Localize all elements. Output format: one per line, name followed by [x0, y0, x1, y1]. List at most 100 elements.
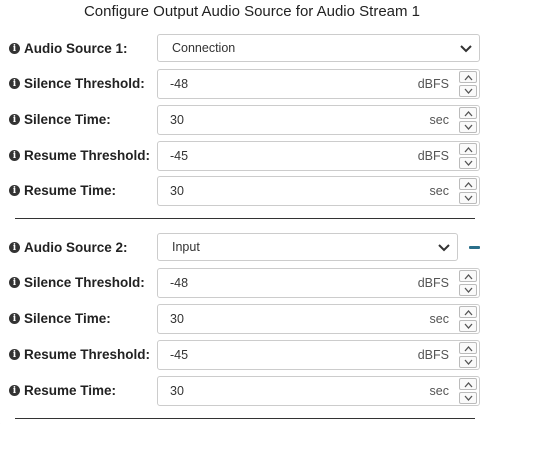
resume-time-2-label: Resume Time: — [24, 383, 117, 398]
caret-down-icon — [464, 124, 473, 130]
silence-time-1-row: i Silence Time: 30 sec — [0, 105, 498, 135]
caret-up-icon — [464, 147, 473, 153]
chevron-down-icon — [438, 244, 450, 252]
spinner — [459, 378, 477, 404]
info-icon[interactable]: i — [9, 277, 20, 288]
info-icon[interactable]: i — [9, 313, 20, 324]
caret-up-icon — [464, 182, 473, 188]
spinner — [459, 143, 477, 169]
silence-threshold-1-label: Silence Threshold: — [24, 76, 145, 91]
silence-threshold-1-value: -48 — [170, 77, 189, 91]
caret-down-icon — [464, 195, 473, 201]
resume-threshold-2-label: Resume Threshold: — [24, 347, 151, 362]
spinner — [459, 178, 477, 204]
spin-up-button[interactable] — [459, 178, 477, 190]
spin-down-button[interactable] — [459, 284, 477, 296]
section-divider — [15, 418, 475, 419]
unit-label: dBFS — [417, 77, 449, 91]
caret-down-icon — [464, 160, 473, 166]
unit-label: sec — [429, 113, 449, 127]
spinner — [459, 306, 477, 332]
info-icon[interactable]: i — [9, 78, 20, 89]
spinner — [459, 107, 477, 133]
silence-threshold-2-row: i Silence Threshold: -48 dBFS — [0, 268, 498, 298]
spin-up-button[interactable] — [459, 71, 477, 83]
silence-time-2-label: Silence Time: — [24, 311, 111, 326]
silence-time-2-row: i Silence Time: 30 sec — [0, 304, 498, 334]
audio-source-1-label: Audio Source 1: — [24, 41, 128, 56]
spin-down-button[interactable] — [459, 392, 477, 404]
caret-down-icon — [464, 395, 473, 401]
info-icon[interactable]: i — [9, 242, 20, 253]
spin-up-button[interactable] — [459, 143, 477, 155]
info-icon[interactable]: i — [9, 150, 20, 161]
info-icon[interactable]: i — [9, 349, 20, 360]
info-icon[interactable]: i — [9, 185, 20, 196]
silence-threshold-2-input[interactable]: -48 dBFS — [157, 268, 480, 298]
unit-label: dBFS — [417, 276, 449, 290]
spin-down-button[interactable] — [459, 85, 477, 97]
spin-up-button[interactable] — [459, 342, 477, 354]
spin-up-button[interactable] — [459, 270, 477, 282]
spin-up-button[interactable] — [459, 306, 477, 318]
audio-source-2-label: Audio Source 2: — [24, 240, 128, 255]
spin-down-button[interactable] — [459, 192, 477, 204]
section-divider — [15, 218, 475, 219]
silence-time-1-label: Silence Time: — [24, 112, 111, 127]
resume-time-2-value: 30 — [170, 384, 184, 398]
info-icon[interactable]: i — [9, 114, 20, 125]
silence-threshold-2-value: -48 — [170, 276, 189, 290]
resume-time-1-value: 30 — [170, 184, 184, 198]
spin-up-button[interactable] — [459, 378, 477, 390]
caret-up-icon — [464, 346, 473, 352]
caret-up-icon — [464, 75, 473, 81]
caret-down-icon — [464, 359, 473, 365]
silence-time-2-input[interactable]: 30 sec — [157, 304, 480, 334]
resume-time-2-row: i Resume Time: 30 sec — [0, 376, 498, 406]
caret-down-icon — [464, 287, 473, 293]
resume-time-2-input[interactable]: 30 sec — [157, 376, 480, 406]
audio-source-2-row: i Audio Source 2: Input — [0, 233, 498, 263]
audio-source-1-row: i Audio Source 1: Connection — [0, 34, 498, 64]
spin-down-button[interactable] — [459, 157, 477, 169]
spin-up-button[interactable] — [459, 107, 477, 119]
silence-threshold-2-label: Silence Threshold: — [24, 275, 145, 290]
silence-threshold-1-row: i Silence Threshold: -48 dBFS — [0, 69, 498, 99]
spin-down-button[interactable] — [459, 320, 477, 332]
unit-label: sec — [429, 184, 449, 198]
audio-source-2-select[interactable]: Input — [157, 233, 458, 261]
spin-down-button[interactable] — [459, 356, 477, 368]
unit-label: dBFS — [417, 348, 449, 362]
audio-source-1-value: Connection — [172, 41, 236, 55]
audio-source-2-value: Input — [172, 240, 200, 254]
silence-time-2-value: 30 — [170, 312, 184, 326]
resume-threshold-2-row: i Resume Threshold: -45 dBFS — [0, 340, 498, 370]
info-icon[interactable]: i — [9, 43, 20, 54]
caret-up-icon — [464, 382, 473, 388]
caret-up-icon — [464, 274, 473, 280]
silence-time-1-input[interactable]: 30 sec — [157, 105, 480, 135]
resume-threshold-1-input[interactable]: -45 dBFS — [157, 141, 480, 171]
dialog-title: Configure Output Audio Source for Audio … — [83, 3, 421, 20]
audio-source-1-select[interactable]: Connection — [157, 34, 480, 62]
caret-up-icon — [464, 310, 473, 316]
unit-label: sec — [429, 312, 449, 326]
unit-label: sec — [429, 384, 449, 398]
resume-time-1-input[interactable]: 30 sec — [157, 176, 480, 206]
spinner — [459, 342, 477, 368]
resume-threshold-2-input[interactable]: -45 dBFS — [157, 340, 480, 370]
unit-label: dBFS — [417, 149, 449, 163]
caret-up-icon — [464, 111, 473, 117]
info-icon[interactable]: i — [9, 385, 20, 396]
chevron-down-icon — [460, 45, 472, 53]
resume-threshold-1-label: Resume Threshold: — [24, 148, 151, 163]
resume-threshold-2-value: -45 — [170, 348, 189, 362]
silence-threshold-1-input[interactable]: -48 dBFS — [157, 69, 480, 99]
spinner — [459, 71, 477, 97]
caret-down-icon — [464, 323, 473, 329]
spinner — [459, 270, 477, 296]
resume-time-1-label: Resume Time: — [24, 183, 117, 198]
remove-source-minus-icon[interactable] — [469, 246, 480, 249]
caret-down-icon — [464, 88, 473, 94]
spin-down-button[interactable] — [459, 121, 477, 133]
